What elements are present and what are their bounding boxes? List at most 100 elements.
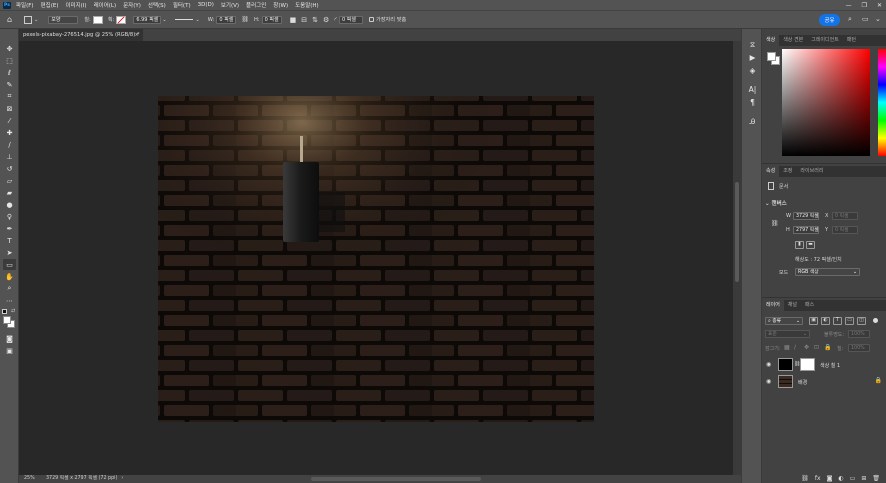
character-icon[interactable]: A| xyxy=(747,84,758,95)
adjustment-layer-icon[interactable]: ◐ xyxy=(838,475,843,482)
path-operations-icon[interactable]: ■ xyxy=(290,16,297,24)
canvas-y-field[interactable]: 0 픽셀 xyxy=(832,226,858,234)
more-tools-icon[interactable]: ⋯ xyxy=(3,295,16,306)
menu-window[interactable]: 창(W) xyxy=(273,1,288,9)
lasso-tool-icon[interactable]: ℓ xyxy=(3,67,16,78)
menu-image[interactable]: 이미지(I) xyxy=(65,1,86,9)
menu-help[interactable]: 도움말(H) xyxy=(295,1,319,9)
crop-tool-icon[interactable]: ⌗ xyxy=(3,91,16,102)
workspace-icon[interactable]: ▭ xyxy=(862,15,869,23)
color-mode-select[interactable]: RGB 색상 ⌄ xyxy=(795,268,860,276)
layer-style-icon[interactable]: fx xyxy=(815,475,821,482)
filter-type-icon[interactable]: T xyxy=(833,317,842,325)
blur-tool-icon[interactable]: ● xyxy=(3,199,16,210)
marquee-tool-icon[interactable]: ⬚ xyxy=(3,55,16,66)
move-tool-icon[interactable]: ✥ xyxy=(3,43,16,54)
eraser-tool-icon[interactable]: ▱ xyxy=(3,175,16,186)
menu-view[interactable]: 보기(V) xyxy=(221,1,239,9)
canvas-section-header[interactable]: ⌄ 캔버스 xyxy=(765,199,787,207)
pen-tool-icon[interactable]: ✒ xyxy=(3,223,16,234)
link-icon[interactable]: ⛓ xyxy=(241,16,249,23)
layer-mask-thumbnail[interactable] xyxy=(800,358,815,371)
menu-type[interactable]: 문자(Y) xyxy=(123,1,141,9)
document-canvas[interactable] xyxy=(158,96,594,422)
canvas-height-field[interactable]: 2797 픽셀 xyxy=(793,226,819,234)
zoom-level[interactable]: 25% xyxy=(24,475,46,483)
menu-edit[interactable]: 편집(E) xyxy=(41,1,59,9)
landscape-orientation-icon[interactable]: ▬ xyxy=(806,241,815,249)
share-button[interactable]: 공유 xyxy=(819,14,840,26)
search-icon[interactable]: ⌕ xyxy=(848,15,852,24)
hand-tool-icon[interactable]: ✋ xyxy=(3,271,16,282)
add-mask-icon[interactable]: ◙ xyxy=(827,475,833,482)
navigator-icon[interactable]: ◈ xyxy=(747,65,758,76)
width-field[interactable]: 0 픽셀 xyxy=(216,15,237,24)
zoom-tool-icon[interactable]: ⌕ xyxy=(3,283,16,294)
lock-all-icon[interactable]: 🔒 xyxy=(824,344,831,351)
tab-gradients[interactable]: 그레이디언트 xyxy=(807,35,843,46)
canvas-width-field[interactable]: 3729 픽셀 xyxy=(793,212,819,220)
quick-select-tool-icon[interactable]: ✎ xyxy=(3,79,16,90)
filter-toggle-icon[interactable] xyxy=(873,318,878,323)
document-tab[interactable]: pexels-pixabay-276514.jpg @ 25% (RGB/8) … xyxy=(19,29,143,41)
link-layers-icon[interactable]: ⛓ xyxy=(801,475,809,482)
default-colors-icon[interactable] xyxy=(2,309,7,314)
path-selection-tool-icon[interactable]: ➤ xyxy=(3,247,16,258)
lock-artboard-icon[interactable]: ⊡ xyxy=(814,344,819,351)
path-alignment-icon[interactable]: ⊟ xyxy=(301,16,307,24)
menu-filter[interactable]: 필터(T) xyxy=(173,1,191,9)
history-brush-tool-icon[interactable]: ↺ xyxy=(3,163,16,174)
tab-patterns[interactable]: 패턴 xyxy=(843,35,860,46)
trash-icon[interactable]: 🗑 xyxy=(872,475,880,482)
healing-brush-tool-icon[interactable]: ✚ xyxy=(3,127,16,138)
canvas-x-field[interactable]: 0 픽셀 xyxy=(832,212,858,220)
paragraph-icon[interactable]: ¶ xyxy=(747,97,758,108)
tab-channels[interactable]: 채널 xyxy=(784,300,801,311)
home-icon[interactable]: ⌂ xyxy=(7,15,12,24)
tab-libraries[interactable]: 라이브러리 xyxy=(796,166,827,177)
stroke-type-select[interactable]: ⌄ xyxy=(172,17,200,23)
tab-paths[interactable]: 패스 xyxy=(801,300,818,311)
rectangle-shape-tool-icon[interactable]: ▭ xyxy=(3,259,16,270)
path-arrangement-icon[interactable]: ⇅ xyxy=(312,16,318,24)
filter-pixel-icon[interactable]: ▣ xyxy=(809,317,818,325)
tab-color[interactable]: 색상 xyxy=(762,35,780,46)
layer-filter-select[interactable]: ⌕ 종류 ⌄ xyxy=(765,317,803,325)
lock-transparency-icon[interactable]: ▦ xyxy=(784,344,790,351)
layer-row-fill[interactable]: ◉ ⛓ 색상 칠 1 xyxy=(762,357,886,373)
tab-properties[interactable]: 속성 xyxy=(762,166,780,177)
tab-adjustments[interactable]: 조정 xyxy=(779,166,796,177)
swap-colors-icon[interactable]: ⇄ xyxy=(11,308,15,314)
fill-swatch[interactable] xyxy=(92,15,103,24)
height-field[interactable]: 0 픽셀 xyxy=(261,15,282,24)
close-tab-icon[interactable]: × xyxy=(135,29,139,41)
tool-preset-picker[interactable]: ⌄ xyxy=(24,15,38,24)
collapse-icon[interactable]: ⌄ xyxy=(875,15,881,23)
stroke-width-field[interactable]: 6.99 픽셀 xyxy=(133,15,162,24)
status-menu-icon[interactable]: › xyxy=(121,475,123,483)
gradient-tool-icon[interactable]: ▰ xyxy=(3,187,16,198)
quick-mask-icon[interactable]: ◙ xyxy=(3,333,16,344)
menu-select[interactable]: 선택(S) xyxy=(148,1,166,9)
glyphs-icon[interactable]: Ꭿ xyxy=(747,116,758,127)
menu-layer[interactable]: 레이어(L) xyxy=(94,1,117,9)
fill-field[interactable]: 100% xyxy=(848,344,870,352)
restore-button[interactable]: ❐ xyxy=(862,2,867,9)
type-tool-icon[interactable]: T xyxy=(3,235,16,246)
foreground-color-chip[interactable] xyxy=(767,52,776,61)
color-field[interactable] xyxy=(782,49,870,156)
blend-mode-select[interactable]: 표준 ⌄ xyxy=(765,330,810,338)
clone-stamp-tool-icon[interactable]: ⊥ xyxy=(3,151,16,162)
vertical-scroll-thumb[interactable] xyxy=(735,182,739,282)
brush-tool-icon[interactable]: ∕ xyxy=(3,139,16,150)
visibility-eye-icon[interactable]: ◉ xyxy=(766,378,771,385)
shape-mode-select[interactable]: 모양 xyxy=(46,15,79,24)
horizontal-scroll-thumb[interactable] xyxy=(311,477,481,481)
actions-play-icon[interactable]: ▶ xyxy=(747,52,758,63)
portrait-orientation-icon[interactable]: ▮ xyxy=(795,241,804,249)
eyedropper-tool-icon[interactable]: ⁄ xyxy=(3,115,16,126)
tab-layers[interactable]: 레이어 xyxy=(762,300,784,311)
align-edges-checkbox[interactable] xyxy=(368,17,374,22)
gear-icon[interactable]: ⚙ xyxy=(323,16,329,24)
menu-file[interactable]: 파일(F) xyxy=(16,1,34,9)
